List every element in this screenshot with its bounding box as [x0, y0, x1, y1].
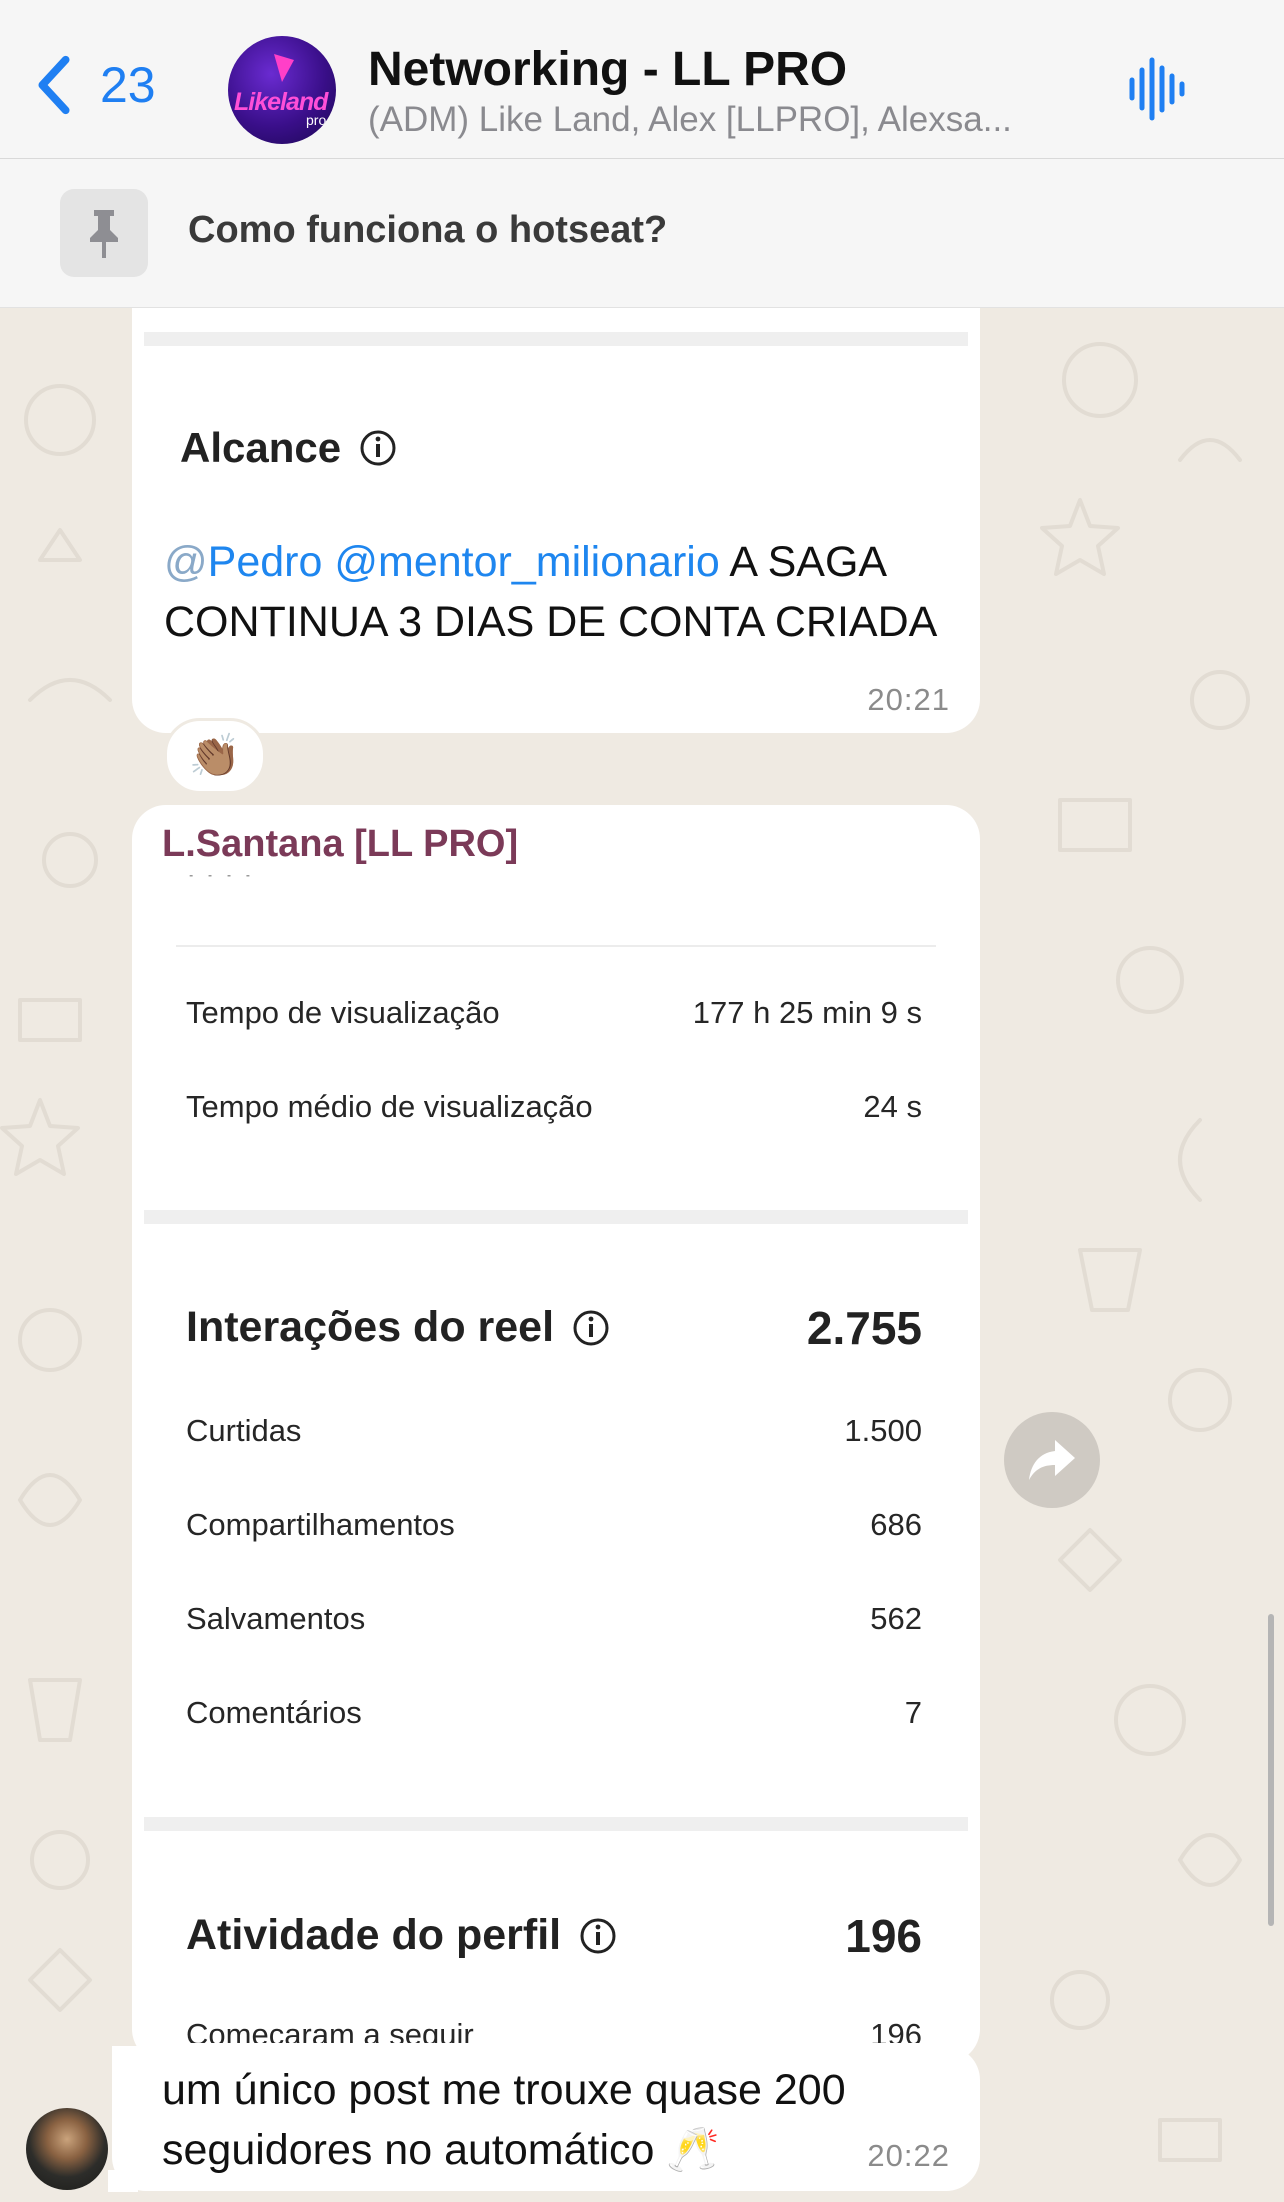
info-icon [580, 1918, 616, 1953]
row-value: 686 [870, 1507, 922, 1542]
row-value: 1.500 [844, 1413, 922, 1448]
message-reaction[interactable]: 👏🏽 [164, 718, 266, 794]
pinned-message-text: Como funciona o hotseat? [188, 209, 668, 251]
message-timestamp: 20:21 [867, 682, 950, 717]
row-label: Salvamentos [186, 1601, 366, 1636]
screenshot-heading-alcance: Alcance [180, 424, 397, 472]
message-timestamp: 20:22 [867, 2138, 950, 2173]
group-avatar[interactable]: Likeland pro [228, 36, 336, 144]
likeland-logo-mark [274, 54, 294, 82]
info-icon [360, 430, 396, 466]
forward-button[interactable] [1004, 1412, 1100, 1508]
group-members[interactable]: (ADM) Like Land, Alex [LLPRO], Alexsa... [368, 100, 1088, 140]
profile-activity-title: Atividade do perfil [186, 1911, 617, 1960]
info-icon [573, 1310, 609, 1345]
message-bubble-incoming[interactable]: L.Santana [LL PRO] · · · · Tempo de visu… [132, 805, 980, 2063]
row-label: Comentários [186, 1695, 362, 1730]
alcance-label: Alcance [180, 424, 342, 471]
row-divider [176, 945, 936, 947]
mention-at-symbol: @ [164, 538, 208, 586]
cropped-row-label: Começaram a seguir [186, 2017, 474, 2043]
row-value: 7 [904, 1695, 922, 1730]
row-label: Tempo médio de visualização [186, 1089, 593, 1124]
row-label: Tempo de visualização [186, 995, 500, 1030]
message-caption: um único post me trouxe quase 200 seguid… [162, 2066, 846, 2174]
avatar-logo-sub: pro [306, 112, 327, 128]
row-value: 177 h 25 min 9 s [692, 995, 922, 1030]
audio-waveform-icon[interactable] [1126, 56, 1190, 122]
profile-activity-total: 196 [845, 1910, 922, 1962]
row-value: 24 s [863, 1089, 922, 1124]
row-label: Curtidas [186, 1413, 302, 1448]
cropped-row-top: · · · · [186, 875, 253, 891]
back-button[interactable]: 23 [30, 52, 156, 118]
group-name[interactable]: Networking - LL PRO [368, 42, 847, 97]
row-label: Compartilhamentos [186, 1507, 455, 1542]
profile-activity-label: Atividade do perfil [186, 1911, 562, 1959]
sender-name[interactable]: L.Santana [LL PRO] [162, 823, 518, 866]
section-divider [144, 1210, 968, 1224]
mention-pedro[interactable]: Pedro [208, 538, 323, 586]
row-value: 562 [870, 1601, 922, 1636]
attached-screenshot[interactable]: · · · · Tempo de visualização 177 h 25 m… [144, 875, 968, 2043]
interactions-title: Interações do reel [186, 1303, 610, 1352]
forward-arrow-icon [1029, 1440, 1075, 1480]
unread-count: 23 [100, 57, 156, 113]
chevron-left-icon [38, 55, 70, 115]
screenshot-divider [144, 332, 968, 346]
interactions-total: 2.755 [806, 1302, 922, 1354]
cropped-row-value: 196 [870, 2017, 922, 2043]
message-text: @Pedro @mentor_milionario A SAGA CONTINU… [164, 532, 964, 652]
sender-avatar[interactable] [26, 2108, 108, 2190]
chat-scrollbar[interactable] [1268, 1614, 1274, 1926]
pin-icon [60, 189, 148, 277]
chat-header: 23 Likeland pro Networking - LL PRO (ADM… [0, 0, 1284, 159]
message-bubble-incoming[interactable]: Alcance @Pedro @mentor_milionario A SAGA… [132, 260, 980, 733]
interactions-label: Interações do reel [186, 1303, 555, 1351]
message-caption-bubble[interactable]: um único post me trouxe quase 200 seguid… [112, 2046, 980, 2191]
pinned-message-bar[interactable]: Como funciona o hotseat? [0, 159, 1284, 308]
bubble-tail [108, 2170, 138, 2192]
section-divider [144, 1817, 968, 1831]
mention-mentor-milionario[interactable]: @mentor_milionario [334, 538, 719, 586]
